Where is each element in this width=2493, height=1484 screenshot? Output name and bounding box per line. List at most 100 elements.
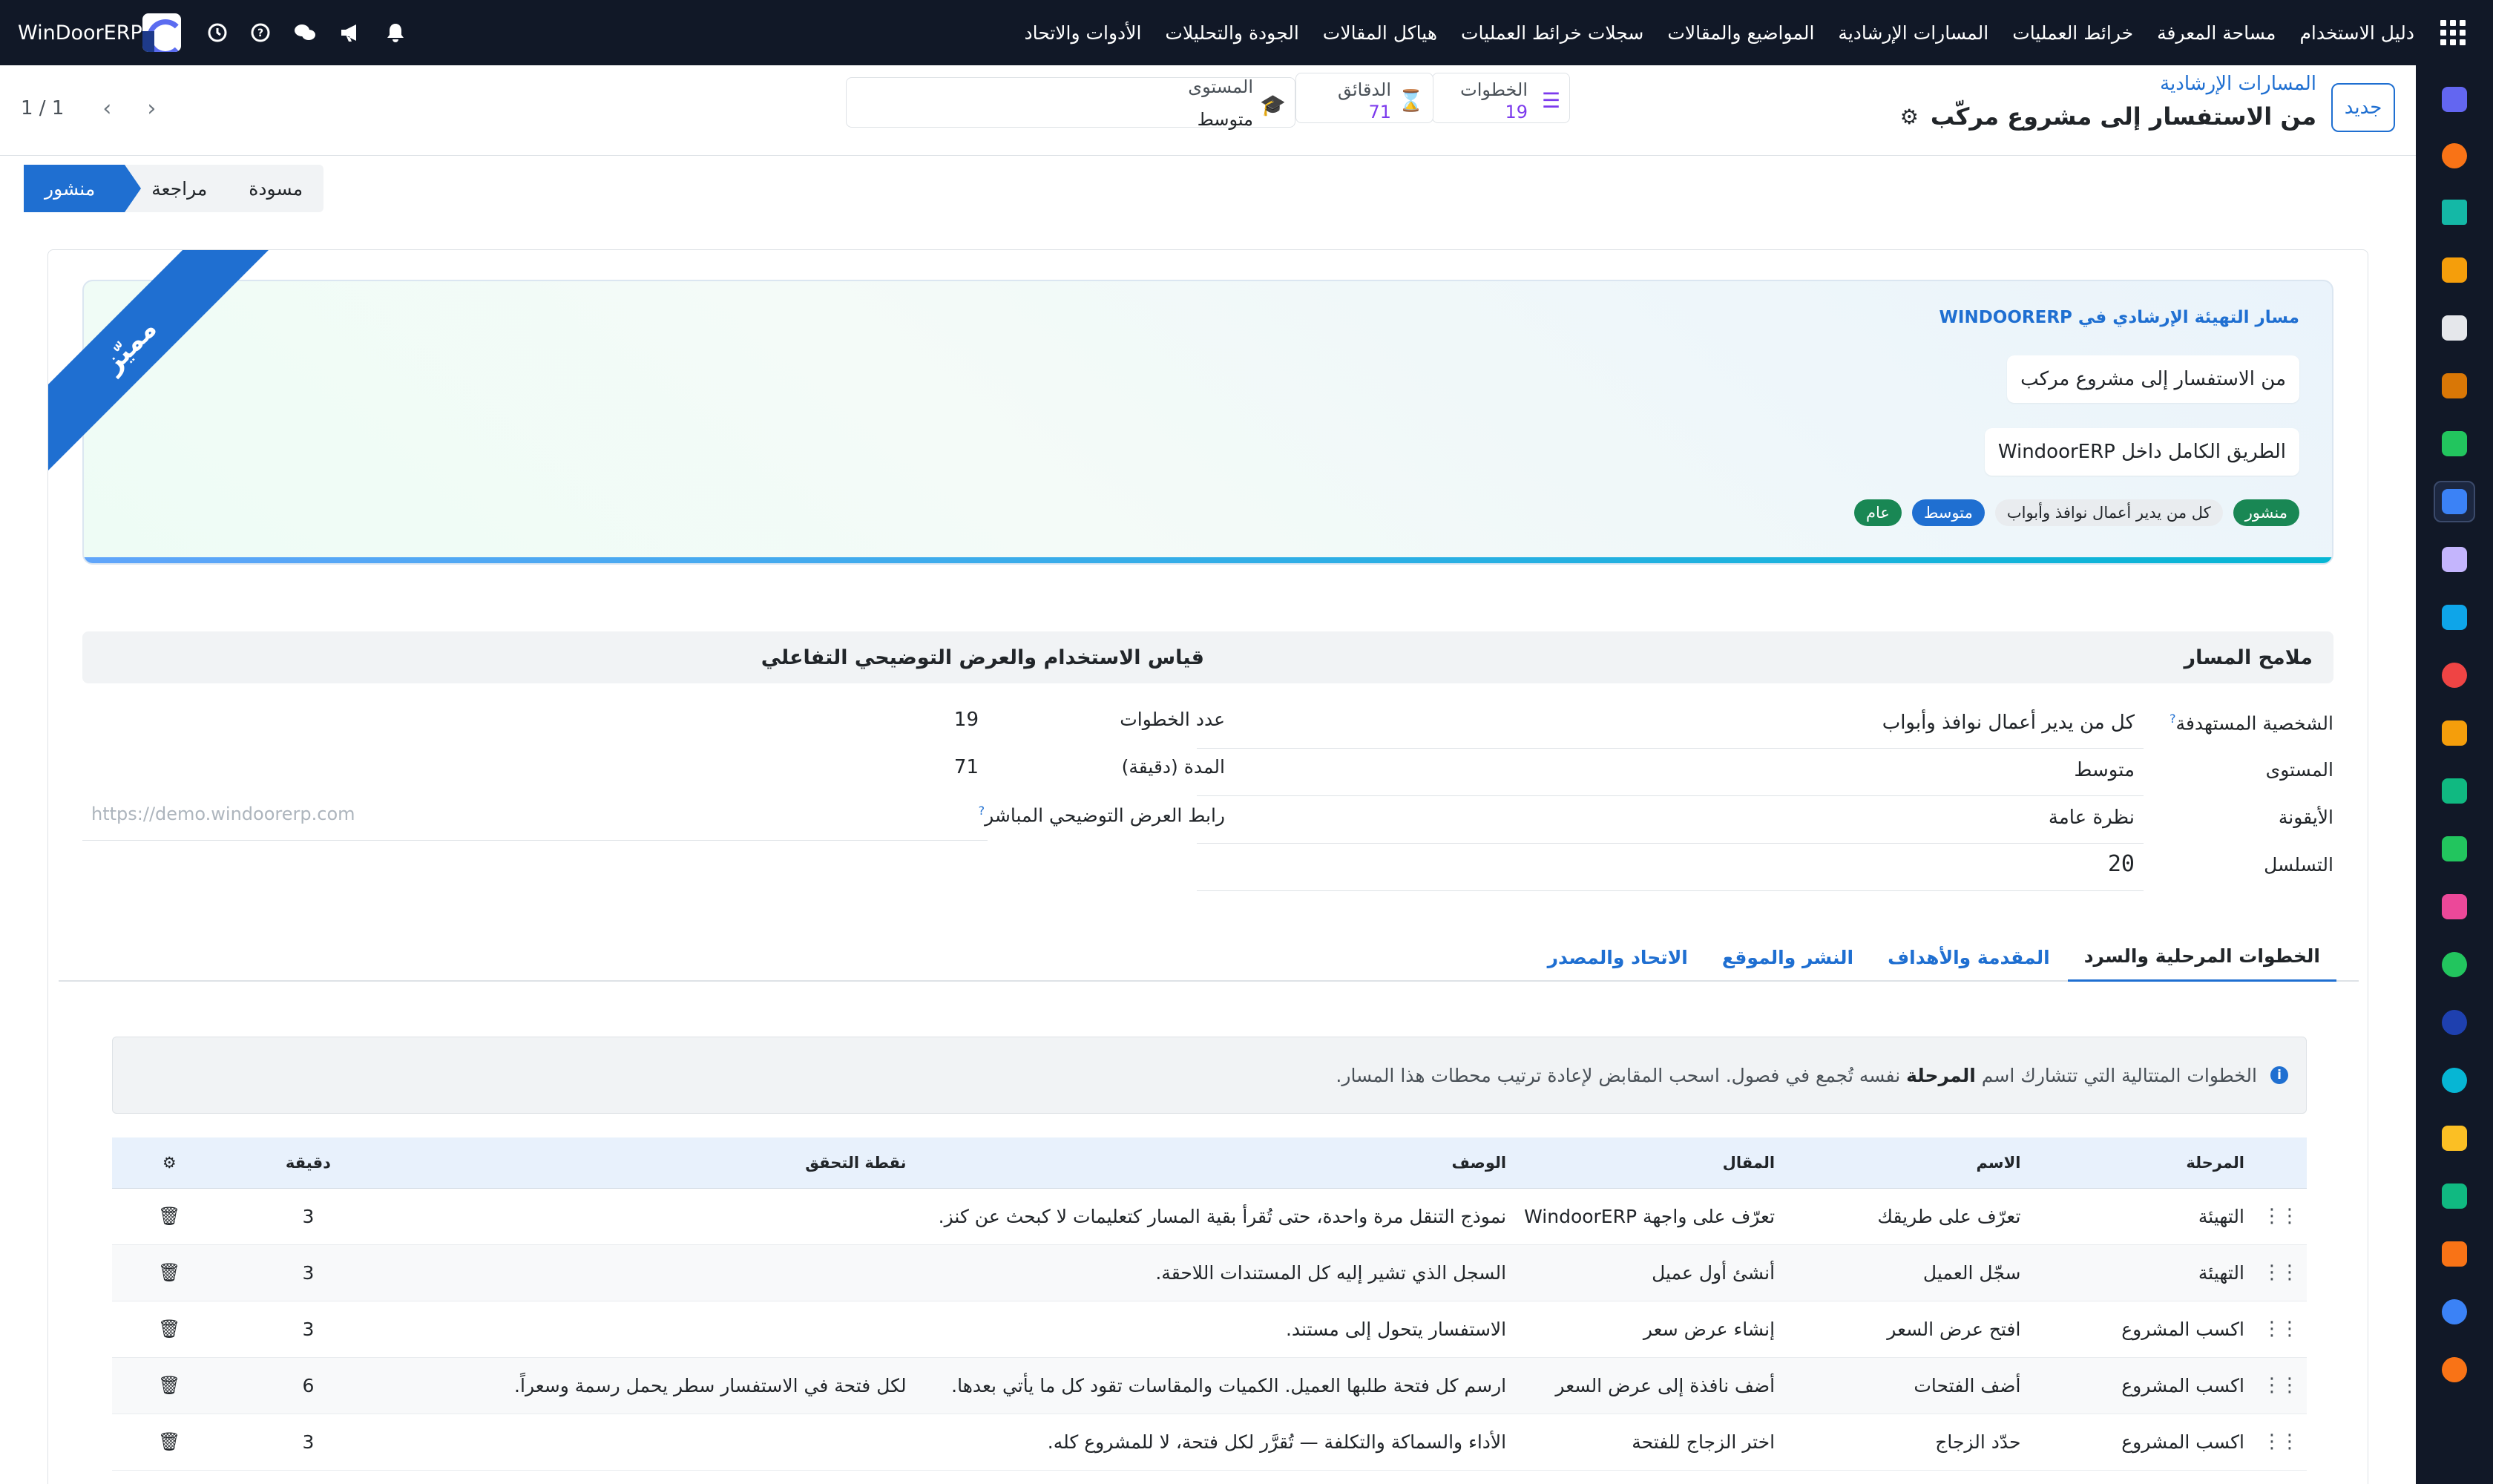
menu-item-user-guide[interactable]: دليل الاستخدام <box>2287 22 2426 44</box>
sequence-input[interactable]: 20 <box>1197 844 2144 891</box>
app-shortcut-11[interactable] <box>2434 654 2475 696</box>
clock-icon[interactable] <box>196 23 239 42</box>
bell-icon[interactable] <box>374 22 417 43</box>
app-shortcut-19[interactable] <box>2434 1117 2475 1159</box>
col-minutes[interactable]: دقيقة <box>226 1137 390 1189</box>
drag-handle-icon[interactable]: ⋮⋮ <box>2253 1357 2307 1414</box>
menu-item-process-map-records[interactable]: سجلات خرائط العمليات <box>1449 22 1655 44</box>
menu-item-guided-paths[interactable]: المسارات الإرشادية <box>1826 22 2000 44</box>
apps-menu-button[interactable] <box>2434 13 2472 52</box>
drag-handle-icon[interactable]: ⋮⋮ <box>2253 1301 2307 1358</box>
company-switcher[interactable]: WinDoorERP <box>18 13 196 52</box>
table-row[interactable]: ⋮⋮ التهيئة تعرّف على طريقك تعرّف على واج… <box>112 1188 2307 1245</box>
icon-select[interactable]: نظرة عامة <box>1197 796 2144 844</box>
tab-federation-source[interactable]: الاتحاد والمصدر <box>1531 933 1704 982</box>
stat-button-minutes[interactable]: ⌛ الدقائق 71 <box>1295 73 1433 123</box>
app-shortcut-20[interactable] <box>2434 1175 2475 1217</box>
stat-button-level[interactable]: 🎓 المستوى متوسط <box>846 76 1295 130</box>
menu-item-quality-analytics[interactable]: الجودة والتحليلات <box>1153 22 1310 44</box>
stat-steps-label: الخطوات <box>1460 79 1528 100</box>
menu-item-knowledge-space[interactable]: مساحة المعرفة <box>2145 22 2287 44</box>
stage-draft[interactable]: مسودة <box>228 165 323 212</box>
field-icon-label: الأيقونة <box>2278 807 2333 828</box>
optional-columns-toggle[interactable]: ⚙ <box>112 1137 227 1189</box>
app-shortcut-14[interactable] <box>2434 828 2475 870</box>
col-name[interactable]: الاسم <box>1784 1137 2030 1189</box>
chevron-left-icon: ‹ <box>102 95 112 122</box>
duration-value: 71 <box>953 756 979 778</box>
hero-subtitle-field[interactable]: الطريق الكامل داخل WindoorERP <box>1984 428 2299 476</box>
trash-icon[interactable]: 🗑 <box>112 1301 227 1358</box>
featured-ribbon: مميّز <box>48 250 278 480</box>
app-contacts-icon <box>2442 836 2467 861</box>
next-record-button[interactable]: › <box>129 86 174 131</box>
tab-publishing-site[interactable]: النشر والموقع <box>1706 933 1870 982</box>
trash-icon[interactable]: 🗑 <box>112 1244 227 1301</box>
app-shortcut-3[interactable] <box>2434 191 2475 233</box>
menu-item-tools-federation[interactable]: الأدوات والاتحاد <box>1012 22 1153 44</box>
help-tooltip-icon[interactable]: ? <box>2170 712 2176 726</box>
field-steps-count-label: عدد الخطوات <box>1120 709 1225 730</box>
table-row[interactable]: ⋮⋮ التهيئة سجّل العميل أنشئ أول عميل الس… <box>112 1244 2307 1301</box>
overview-group-heading: ملامح المسار <box>1197 631 2333 683</box>
new-button[interactable]: جديد <box>2331 83 2395 132</box>
persona-input[interactable]: كل من يدير أعمال نوافذ وأبواب <box>1197 701 2144 749</box>
systray: ? WinDoorERP <box>18 13 417 52</box>
help-icon[interactable]: ? <box>239 23 282 42</box>
app-compass-icon <box>2442 1010 2467 1035</box>
app-shortcut-13[interactable] <box>2434 770 2475 812</box>
menu-item-topics-articles[interactable]: المواضيع والمقالات <box>1655 22 1826 44</box>
drag-handle-icon[interactable]: ⋮⋮ <box>2253 1188 2307 1245</box>
trash-icon[interactable]: 🗑 <box>112 1188 227 1245</box>
gear-icon[interactable]: ⚙ <box>1900 105 1919 129</box>
app-shortcut-5[interactable] <box>2434 307 2475 349</box>
table-row[interactable]: ⋮⋮ اكسب المشروع حدّد الزجاج اختر الزجاج … <box>112 1414 2307 1471</box>
pager-value[interactable]: 1 / 1 <box>21 97 64 119</box>
stage-published[interactable]: منشور <box>24 165 142 212</box>
tab-steps-narrative[interactable]: الخطوات المرحلية والسرد <box>2067 933 2336 982</box>
drag-handle-icon[interactable]: ⋮⋮ <box>2253 1244 2307 1301</box>
company-logo-icon <box>142 13 181 52</box>
app-shortcut-6[interactable] <box>2434 365 2475 407</box>
table-row[interactable]: ⋮⋮ اكسب المشروع افتح عرض السعر إنشاء عرض… <box>112 1301 2307 1358</box>
drag-handle-icon[interactable]: ⋮⋮ <box>2253 1414 2307 1471</box>
trash-icon[interactable]: 🗑 <box>112 1357 227 1414</box>
col-stage[interactable]: المرحلة <box>2029 1137 2253 1189</box>
app-book-icon <box>2442 489 2467 514</box>
app-shortcut-21[interactable] <box>2434 1233 2475 1275</box>
app-shortcut-knowledge[interactable] <box>2434 481 2475 522</box>
hourglass-icon: ⌛ <box>1398 88 1424 113</box>
previous-record-button[interactable]: ‹ <box>85 86 129 131</box>
table-row[interactable]: ⋮⋮ اكسب المشروع أضف الفتحات أضف نافذة إل… <box>112 1357 2307 1414</box>
chat-icon[interactable] <box>282 23 328 42</box>
hero-title-field[interactable]: من الاستفسار إلى مشروع مركب <box>2007 355 2299 403</box>
app-shortcut-15[interactable] <box>2434 886 2475 928</box>
demo-url-input[interactable]: https://demo.windoorerp.com <box>82 793 988 841</box>
steps-count-value: 19 <box>953 709 979 731</box>
app-shortcut-17[interactable] <box>2434 1002 2475 1043</box>
megaphone-icon[interactable] <box>328 23 374 42</box>
stat-button-steps[interactable]: ☰ الخطوات 19 <box>1432 73 1570 123</box>
col-description[interactable]: الوصف <box>915 1137 1516 1189</box>
app-shortcut-23[interactable] <box>2434 1349 2475 1391</box>
app-shortcut-12[interactable] <box>2434 712 2475 754</box>
field-level: المستوى متوسط <box>1197 749 2333 796</box>
app-shortcut-1[interactable] <box>2434 79 2475 120</box>
breadcrumb-parent-link[interactable]: المسارات الإرشادية <box>2160 73 2316 95</box>
app-shortcut-7[interactable] <box>2434 423 2475 464</box>
app-shortcut-18[interactable] <box>2434 1060 2475 1101</box>
info-alert: i الخطوات المتتالية التي تتشارك اسم المر… <box>112 1037 2307 1114</box>
menu-item-process-maps[interactable]: خرائط العمليات <box>2000 22 2145 44</box>
menu-item-article-structures[interactable]: هياكل المقالات <box>1311 22 1449 44</box>
app-shortcut-2[interactable] <box>2434 135 2475 177</box>
col-article[interactable]: المقال <box>1515 1137 1784 1189</box>
app-shortcut-4[interactable] <box>2434 249 2475 291</box>
level-select[interactable]: متوسط <box>1197 749 2144 796</box>
col-checkpoint[interactable]: نقطة التحقق <box>390 1137 916 1189</box>
app-shortcut-9[interactable] <box>2434 539 2475 580</box>
app-shortcut-16[interactable] <box>2434 944 2475 985</box>
tab-intro-goals[interactable]: المقدمة والأهداف <box>1871 933 2066 982</box>
app-shortcut-10[interactable] <box>2434 597 2475 638</box>
trash-icon[interactable]: 🗑 <box>112 1414 227 1471</box>
app-shortcut-22[interactable] <box>2434 1291 2475 1333</box>
